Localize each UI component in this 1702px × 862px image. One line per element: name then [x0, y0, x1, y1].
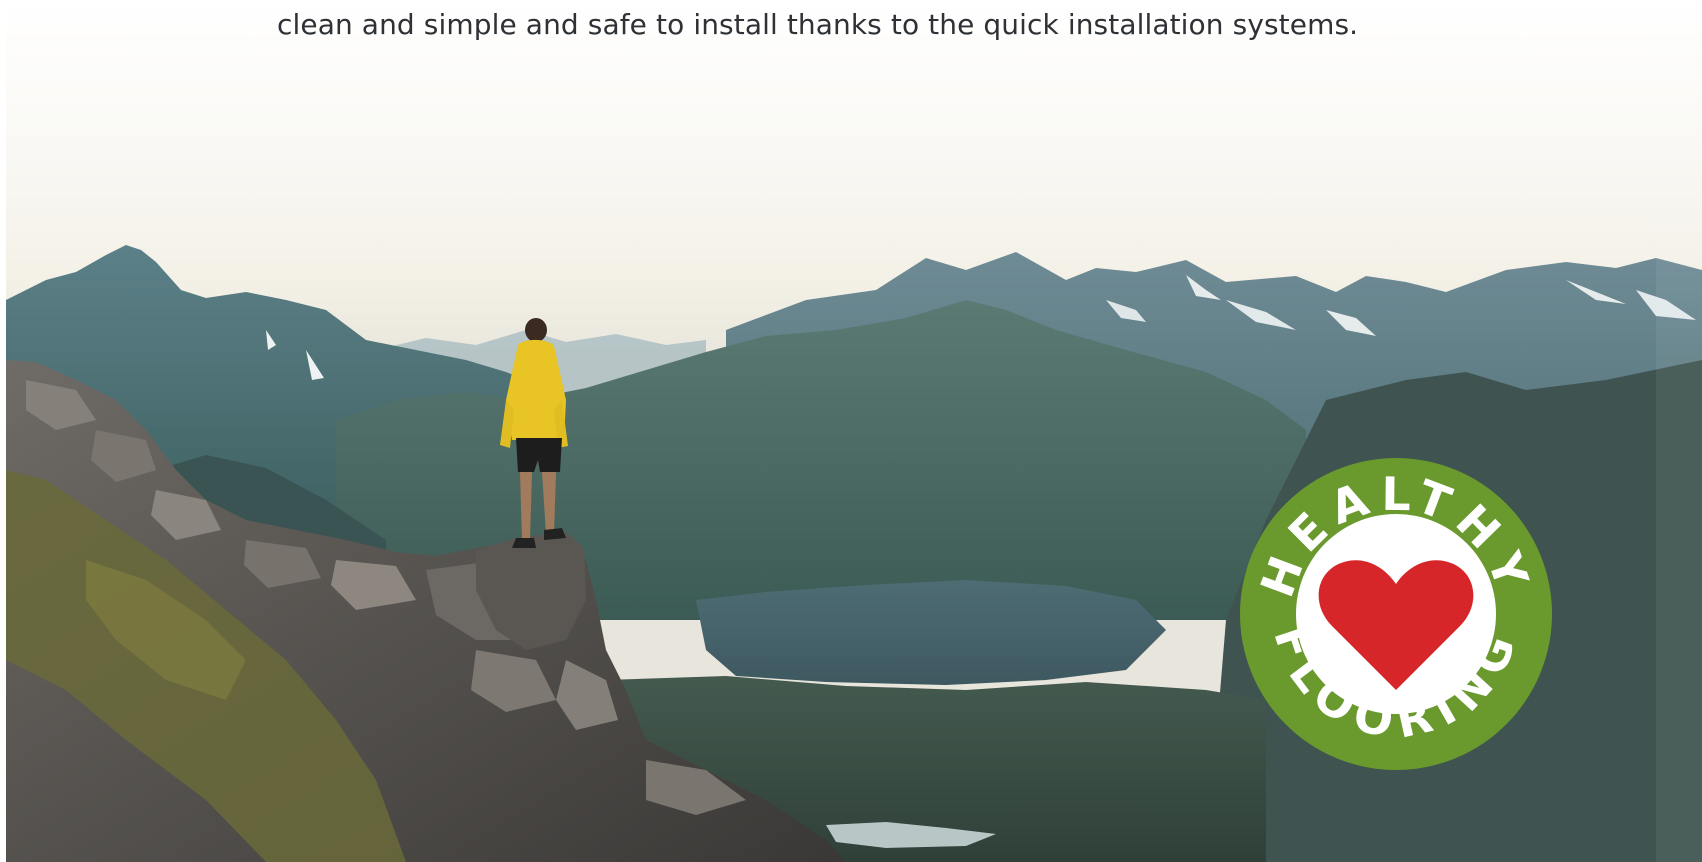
intro-text: clean and simple and safe to install tha… [277, 8, 1359, 41]
healthy-flooring-badge: HEALTHY FLOORING [1240, 458, 1552, 770]
page: clean and simple and safe to install tha… [0, 0, 1702, 862]
